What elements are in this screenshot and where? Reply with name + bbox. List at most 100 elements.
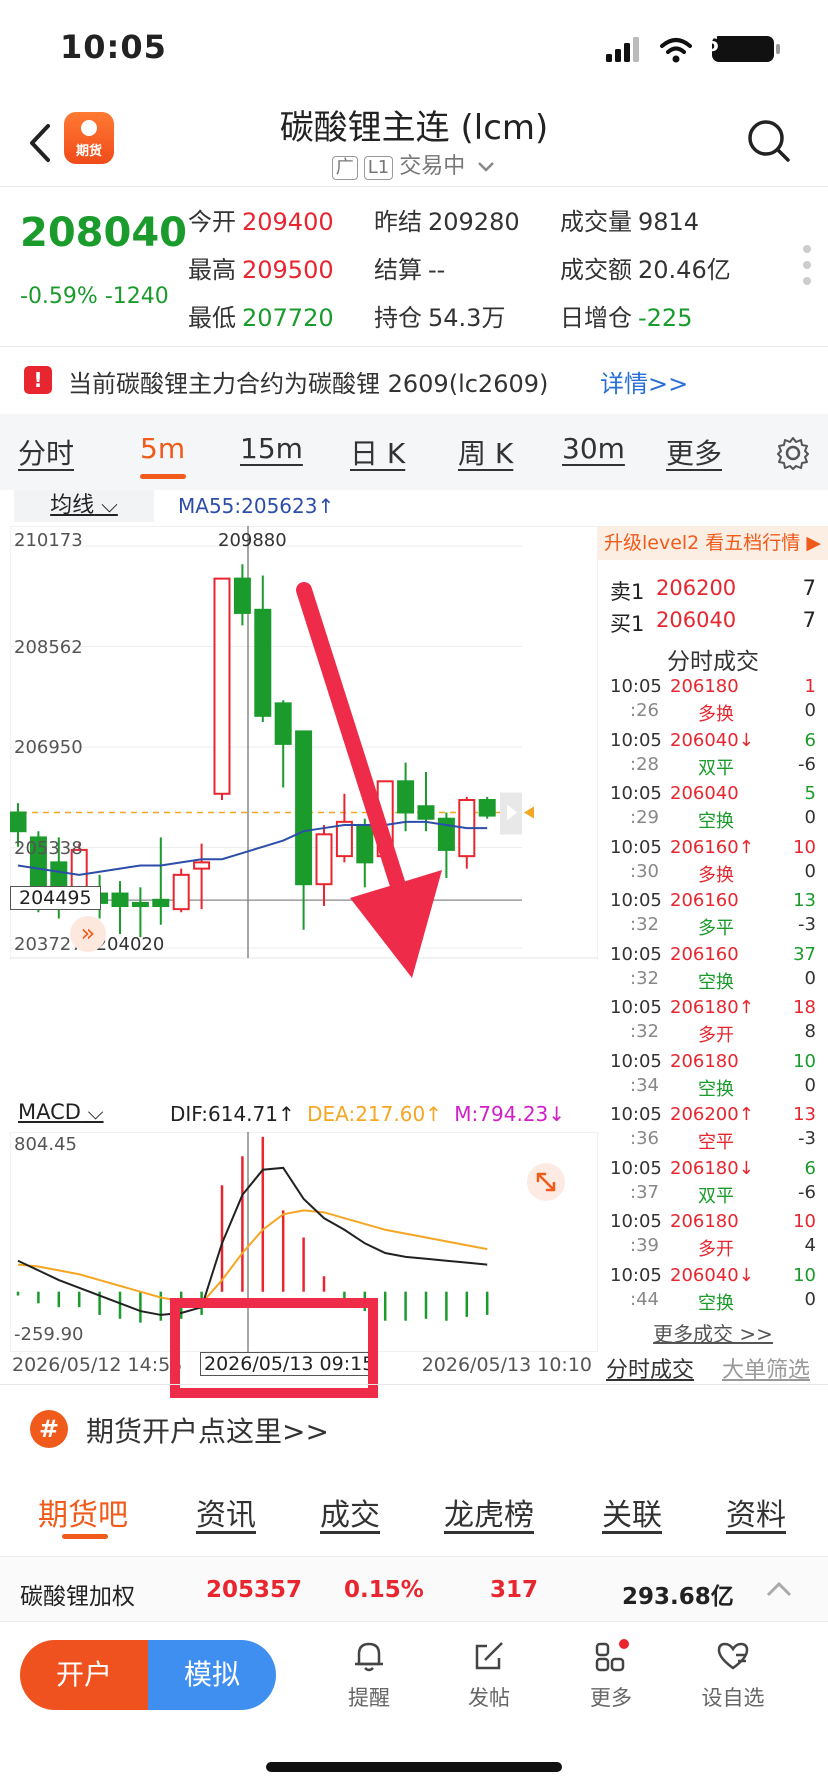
tick-row: 10:05 206040 5:29 空换 0 [610, 783, 816, 832]
tag-level: L1 [363, 156, 394, 180]
kline-y-label: 205338 [14, 837, 83, 859]
candle [172, 873, 190, 911]
period-tab[interactable]: 日 K [350, 432, 405, 472]
tick-row: 10:05 206040↓ 10:44 空换 0 [610, 1264, 816, 1314]
section-tab[interactable]: 资讯 [196, 1490, 256, 1534]
macd-m: M:794.23↓ [454, 1102, 566, 1126]
section-tab[interactable]: 关联 [602, 1490, 662, 1534]
kline-high-label: 209880 [218, 530, 287, 551]
candle [152, 898, 170, 908]
open-account-link[interactable]: 期货开户点这里>> [86, 1410, 329, 1450]
quote-field: 昨结 209280 [374, 208, 520, 236]
home-indicator [266, 1762, 562, 1772]
ticker-name: 碳酸锂加权 [20, 1584, 135, 1610]
change-line: -0.59% -1240 [20, 284, 169, 309]
period-tabs: 分时 5m 15m 日 K 周 K 30m 更多 [0, 414, 828, 490]
kline-low-label: 204020 [95, 934, 165, 955]
open-account-button[interactable]: 开户 [20, 1640, 148, 1710]
weighted-index-ticker[interactable]: 碳酸锂加权 205357 0.15% 317 293.68亿 [0, 1556, 828, 1622]
active-tab-underline [140, 474, 186, 479]
watchlist-button[interactable]: 设自选 [688, 1636, 778, 1712]
notice-text: 当前碳酸锂主力合约为碳酸锂 2609(lc2609) [68, 370, 549, 398]
post-button[interactable]: 发帖 [444, 1636, 534, 1712]
section-tab[interactable]: 资料 [726, 1490, 786, 1534]
ticker-change: 317 [490, 1577, 539, 1603]
tick-row: 10:05 206180 10:34 空换 0 [610, 1050, 816, 1100]
candle [213, 577, 231, 795]
gear-icon[interactable] [776, 436, 810, 470]
ticks-title: 分时成交 [667, 649, 759, 675]
section-tab[interactable]: 期货吧 [38, 1490, 128, 1534]
tick-row: 10:05 206160 37:32 空换 0 [610, 943, 816, 993]
hash-icon: # [30, 1410, 68, 1448]
post-edit-icon [475, 1642, 503, 1670]
battery-level: 46 [691, 32, 719, 56]
period-tab[interactable]: 周 K [458, 432, 513, 472]
quote-field: 最高 209500 [188, 256, 334, 284]
warning-icon: ! [24, 366, 52, 394]
watchlist-heart-icon [717, 1642, 749, 1670]
candle [131, 901, 149, 908]
right-panel-tabs: 分时成交 大单筛选 [598, 1350, 828, 1384]
macd-values: DIF:614.71↑ DEA:217.60↑ M:794.23↓ [170, 1102, 565, 1126]
chevron-down-icon [478, 162, 495, 172]
tick-row: 10:05 206040↓ 6:28 双平 -6 [610, 729, 816, 779]
more-vertical-icon[interactable] [802, 244, 812, 286]
ticker-amount: 293.68亿 [622, 1584, 734, 1610]
fast-forward-icon[interactable]: » [70, 916, 106, 953]
macd-selector[interactable]: MACD ⌵ [18, 1100, 158, 1130]
quote-field: 成交额 20.46亿 [560, 256, 731, 284]
notice-detail-link[interactable]: 详情>> [600, 364, 688, 399]
signal-icon [606, 37, 639, 62]
active-section-underline [62, 1534, 108, 1539]
more-button[interactable]: 更多 [566, 1636, 656, 1712]
quote-field: 持仓 54.3万 [374, 304, 506, 332]
status-time: 10:05 [60, 28, 167, 66]
x-axis-end: 2026/05/13 10:10 [421, 1354, 592, 1376]
kline-y-label: 210173 [14, 530, 83, 551]
candle [478, 799, 496, 817]
tag-guang: 广 [331, 156, 358, 180]
macd-y-top: 804.45 [14, 1134, 77, 1155]
search-icon[interactable] [746, 118, 792, 164]
period-tab[interactable]: 5m [140, 432, 185, 465]
section-tab[interactable]: 龙虎榜 [444, 1490, 534, 1534]
expand-arrows-icon[interactable] [526, 1162, 566, 1202]
period-tab[interactable]: 30m [562, 432, 625, 465]
tick-row: 10:05 206180 1:26 多换 0 [610, 676, 816, 725]
candle [193, 861, 211, 870]
more-ticks-link[interactable]: 更多成交 >> [598, 1318, 828, 1347]
x-axis-start: 2026/05/12 14:55 [12, 1354, 183, 1376]
tick-row: 10:05 206200↑ 13:36 空平 -3 [610, 1104, 816, 1153]
chevron-up-icon[interactable] [764, 1579, 794, 1599]
trading-status: 交易中 [399, 154, 466, 179]
tick-row: 10:05 206160↑ 10:30 多换 0 [610, 836, 816, 886]
candle [111, 892, 129, 908]
period-tab[interactable]: 更多 [666, 432, 722, 472]
period-tab[interactable]: 15m [240, 432, 303, 465]
period-tab[interactable]: 分时 [18, 432, 74, 472]
upgrade-level2-banner[interactable]: 升级level2 看五档行情 ▶ [598, 526, 828, 560]
quote-field: 成交量 9814 [560, 208, 700, 236]
page-title: 碳酸锂主连 (lcm) [279, 108, 549, 148]
candle [254, 608, 272, 717]
tab-ticks[interactable]: 分时成交 [606, 1352, 694, 1384]
section-tab[interactable]: 成交 [320, 1490, 380, 1534]
macd-y-bottom: -259.90 [14, 1324, 84, 1345]
alert-button[interactable]: 提醒 [324, 1636, 414, 1712]
ticker-pct: 0.15% [344, 1577, 424, 1603]
tick-row: 10:05 206180↓ 6:37 双平 -6 [610, 1157, 816, 1207]
kline-y-label: 206950 [14, 737, 83, 758]
more-grid-icon [595, 1639, 629, 1672]
kline-y-label: 208562 [14, 636, 83, 658]
macd-dif: DIF:614.71↑ [170, 1102, 295, 1126]
annotation-arrow [296, 582, 442, 978]
trading-status-row[interactable]: 广 L1 交易中 [0, 148, 828, 180]
quote-field: 日增仓 -225 [560, 304, 693, 332]
ma-selector[interactable]: 均线 ⌵ [14, 490, 154, 522]
tab-big-orders[interactable]: 大单筛选 [722, 1352, 810, 1384]
simulate-button[interactable]: 模拟 [148, 1640, 276, 1710]
candle [233, 577, 251, 614]
candle [274, 702, 292, 745]
ma-value: MA55:205623↑ [178, 494, 335, 518]
